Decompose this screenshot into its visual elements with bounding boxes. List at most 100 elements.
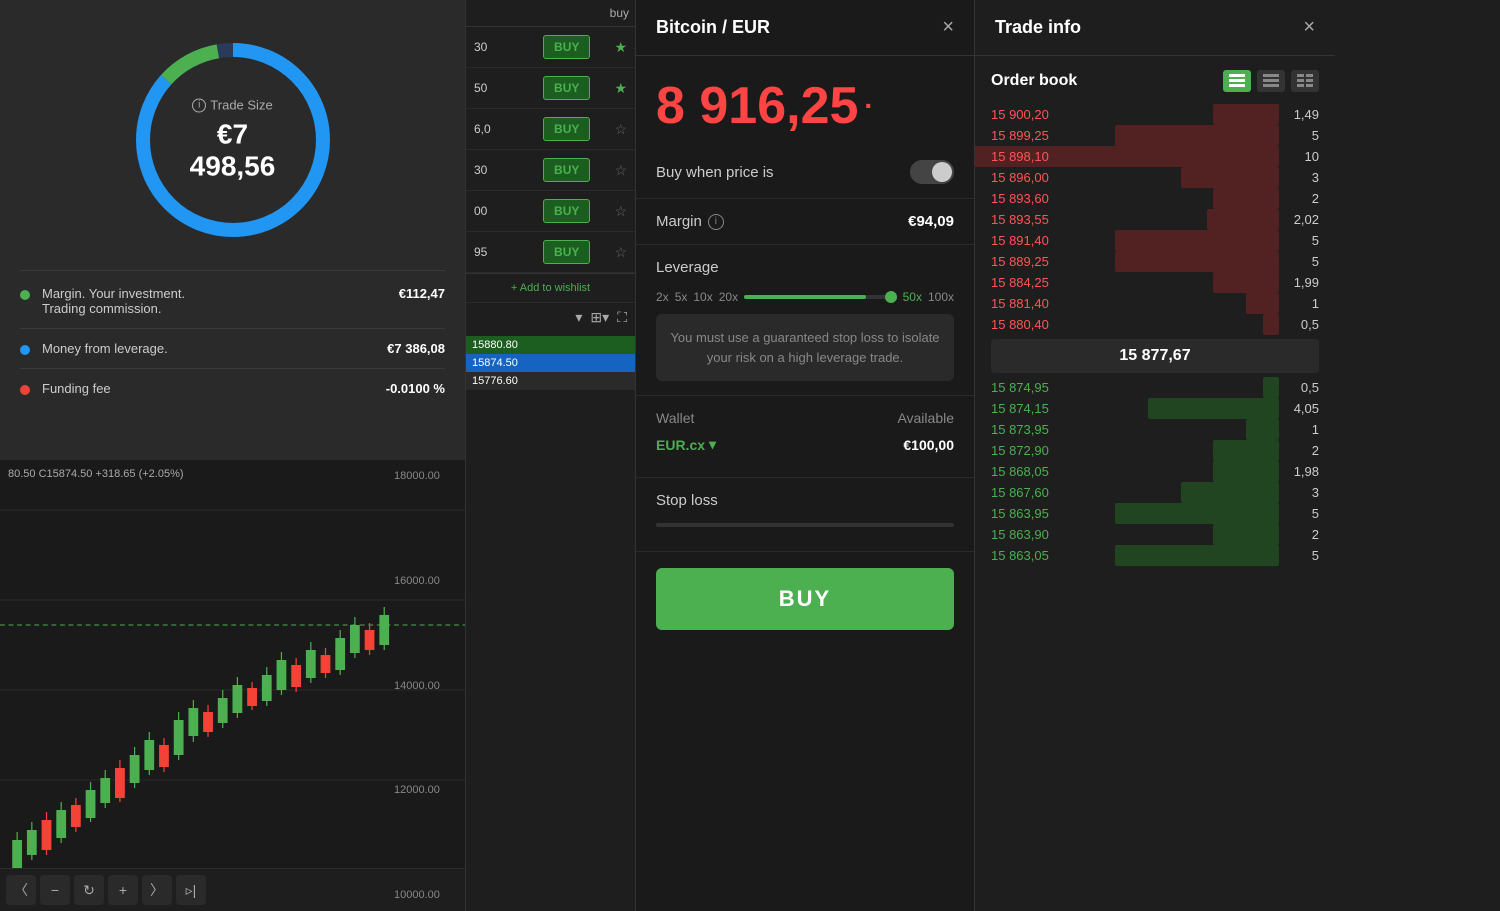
leverage-50x[interactable]: 50x — [903, 290, 922, 304]
leverage-20x[interactable]: 20x — [719, 290, 738, 304]
chart-zoom-out-btn[interactable]: − — [40, 875, 70, 905]
chevron-down-icon: ▾ — [709, 436, 716, 453]
legend-funding: Funding fee -0.0100 % — [20, 381, 445, 408]
legend-leverage: Money from leverage. €7 386,08 — [20, 341, 445, 369]
wallet-section: Wallet Available EUR.cx ▾ €100,00 — [636, 396, 974, 478]
margin-label: Margin i — [656, 213, 724, 230]
sell-price: 15 893,60 — [991, 191, 1081, 206]
trade-size-value: €7 498,56 — [178, 119, 288, 183]
leverage-dot — [20, 345, 30, 355]
leverage-amount: €7 386,08 — [387, 341, 445, 356]
buy-when-toggle[interactable] — [910, 160, 954, 184]
trade-circle-container: i Trade Size €7 498,56 — [20, 30, 445, 250]
view-icons — [1223, 70, 1319, 92]
price-level-2: 15776.60 — [466, 372, 635, 390]
sell-bar — [1207, 209, 1279, 230]
stop-loss-section: Stop loss — [636, 478, 974, 552]
leverage-5x[interactable]: 5x — [675, 290, 688, 304]
buy-order-row: 15 863,055 — [991, 545, 1319, 566]
sell-price: 15 889,25 — [991, 254, 1081, 269]
buy-item-3: 30 BUY ☆ — [466, 150, 635, 191]
star-icon-2[interactable]: ☆ — [614, 121, 627, 138]
sell-amount: 1 — [1279, 296, 1319, 311]
buy-when-section: Buy when price is — [636, 146, 974, 199]
buy-order-row: 15 874,950,5 — [991, 377, 1319, 398]
buy-bar — [1213, 440, 1279, 461]
sell-order-row: 15 893,552,02 — [991, 209, 1319, 230]
stop-loss-title: Stop loss — [656, 492, 954, 509]
leverage-2x[interactable]: 2x — [656, 290, 669, 304]
buy-price: 15 863,95 — [991, 506, 1081, 521]
wallet-amount: €100,00 — [903, 437, 954, 453]
view-icon-2[interactable] — [1257, 70, 1285, 92]
wallet-label: Wallet — [656, 410, 694, 426]
sell-amount: 1,99 — [1279, 275, 1319, 290]
buy-button-3[interactable]: BUY — [543, 158, 590, 182]
funding-text: Funding fee — [42, 381, 386, 396]
sell-order-row: 15 884,25 1,99 — [991, 272, 1319, 293]
sell-price: 15 899,25 — [991, 128, 1081, 143]
bitcoin-close-btn[interactable]: × — [942, 16, 954, 39]
sell-bar — [1213, 188, 1279, 209]
layers-icon[interactable]: ⊞▾ — [590, 309, 609, 326]
chart-prev-btn[interactable]: 〈 — [6, 875, 36, 905]
chart-zoom-in-btn[interactable]: + — [108, 875, 138, 905]
sell-bar — [1263, 314, 1279, 335]
add-wishlist-btn[interactable]: + Add to wishlist — [466, 273, 635, 302]
chart-y-axis: 18000.00 16000.00 14000.00 12000.00 1000… — [390, 460, 465, 911]
sell-amount: 1,49 — [1279, 107, 1319, 122]
star-icon-5[interactable]: ☆ — [614, 244, 627, 261]
star-icon-4[interactable]: ☆ — [614, 203, 627, 220]
star-icon-0[interactable]: ★ — [614, 39, 627, 56]
trade-size-label: i Trade Size — [178, 98, 288, 113]
buy-button-1[interactable]: BUY — [543, 76, 590, 100]
buy-order-row: 15 873,951 — [991, 419, 1319, 440]
buy-order-row: 15 874,154,05 — [991, 398, 1319, 419]
sell-price: 15 898,10 — [991, 149, 1081, 164]
buy-bar — [1213, 524, 1279, 545]
star-icon-1[interactable]: ★ — [614, 80, 627, 97]
sell-price: 15 880,40 — [991, 317, 1081, 332]
sell-order-row: 15 900,201,49 — [991, 104, 1319, 125]
buy-item-2: 6,0 BUY ☆ — [466, 109, 635, 150]
chart-refresh-btn[interactable]: ↻ — [74, 875, 104, 905]
sell-amount: 0,5 — [1279, 317, 1319, 332]
info-icon[interactable]: i — [192, 98, 206, 112]
buy-price-1: 50 — [474, 81, 519, 95]
trade-info-close-btn[interactable]: × — [1303, 16, 1315, 39]
stop-loss-bar[interactable] — [656, 523, 954, 527]
leverage-track[interactable] — [744, 295, 897, 299]
view-icon-3[interactable] — [1291, 70, 1319, 92]
sell-price: 15 884,25 — [991, 275, 1081, 290]
leverage-title: Leverage — [656, 259, 954, 276]
leverage-thumb — [885, 291, 897, 303]
order-book-header: Order book — [991, 70, 1319, 92]
leverage-100x[interactable]: 100x — [928, 290, 954, 304]
chart-controls: ▾ ⊞▾ ⛶ — [466, 302, 635, 332]
sell-bar — [1115, 230, 1279, 251]
trade-info-title: Trade info — [995, 17, 1081, 38]
buy-button-5[interactable]: BUY — [543, 240, 590, 264]
buy-order-row: 15 872,902 — [991, 440, 1319, 461]
margin-info-icon[interactable]: i — [708, 214, 724, 230]
dropdown-icon[interactable]: ▾ — [575, 309, 582, 326]
wallet-currency[interactable]: EUR.cx ▾ — [656, 436, 716, 453]
buy-button-2[interactable]: BUY — [543, 117, 590, 141]
chart-next-btn[interactable]: 〉 — [142, 875, 172, 905]
left-trade-panel: i Trade Size €7 498,56 Margin. Your inve… — [0, 0, 465, 911]
star-icon-3[interactable]: ☆ — [614, 162, 627, 179]
chart-last-btn[interactable]: ▹| — [176, 875, 206, 905]
expand-icon[interactable]: ⛶ — [617, 309, 627, 326]
modal-title: Bitcoin / EUR — [656, 17, 770, 38]
sell-bar — [1246, 293, 1279, 314]
buy-bar — [1115, 503, 1279, 524]
buy-action-btn[interactable]: BUY — [656, 568, 954, 630]
buy-price: 15 873,95 — [991, 422, 1081, 437]
view-icon-1[interactable] — [1223, 70, 1251, 92]
leverage-warning: You must use a guaranteed stop loss to i… — [656, 314, 954, 381]
buy-button-0[interactable]: BUY — [543, 35, 590, 59]
leverage-section: Leverage 2x 5x 10x 20x 50x 100x You must… — [636, 245, 974, 396]
sell-bar — [1213, 104, 1279, 125]
buy-button-4[interactable]: BUY — [543, 199, 590, 223]
leverage-10x[interactable]: 10x — [693, 290, 712, 304]
